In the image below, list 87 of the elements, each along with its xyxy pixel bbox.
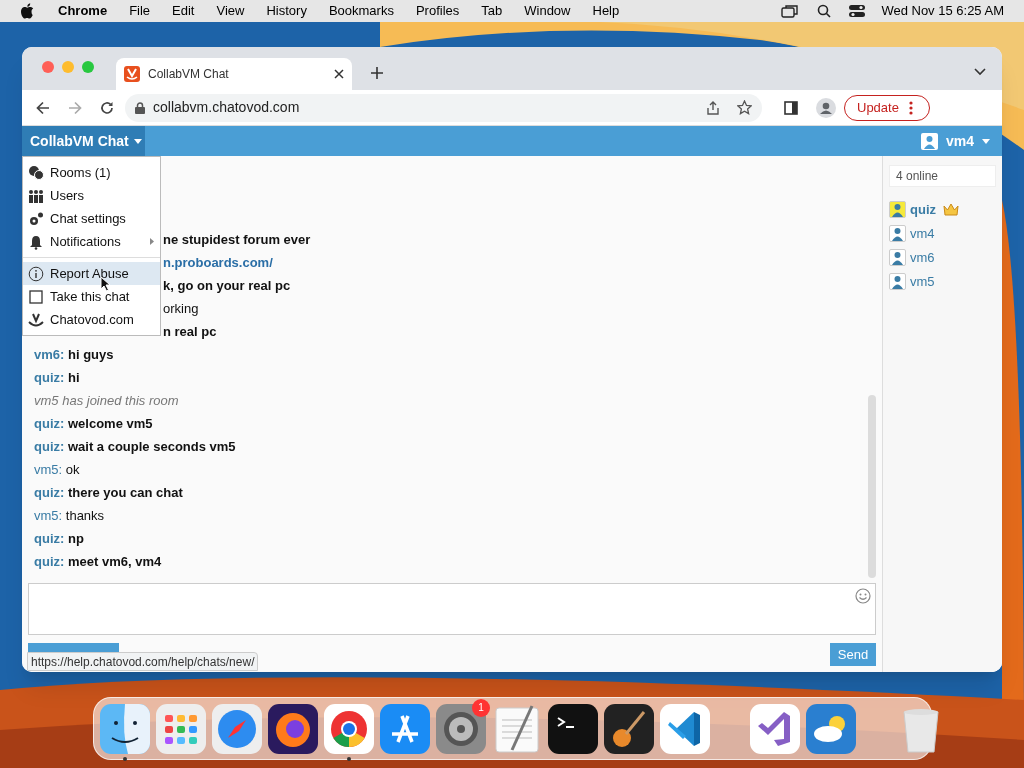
screens-icon[interactable]	[781, 4, 800, 18]
online-search-field[interactable]: 4 online	[889, 165, 996, 187]
chevron-down-icon[interactable]	[974, 68, 986, 76]
fox-globe-icon[interactable]	[268, 703, 318, 754]
menu-item[interactable]: Notifications	[23, 230, 160, 253]
profile-icon[interactable]	[816, 97, 836, 118]
notepad-pen-icon[interactable]	[492, 703, 542, 754]
new-tab-icon[interactable]	[371, 67, 383, 79]
chat-message: vm5: ok	[34, 460, 80, 479]
menu-item[interactable]: Help	[592, 1, 620, 21]
menu-item[interactable]: Tab	[481, 1, 503, 21]
menu-item[interactable]: Take this chat	[23, 285, 160, 308]
menu-item[interactable]: File	[129, 1, 151, 21]
lock-icon	[135, 101, 145, 114]
app-grid-icon[interactable]	[156, 703, 206, 754]
menu-item[interactable]: Users	[23, 184, 160, 207]
apple-icon[interactable]	[20, 3, 34, 19]
crown-icon	[943, 203, 959, 216]
user-avatar-icon	[920, 132, 938, 150]
user-name[interactable]: vm5	[910, 271, 935, 292]
chatovod-logo-icon	[28, 311, 44, 328]
chat-message: quiz: welcome vm5	[34, 414, 153, 433]
finder-face-icon[interactable]	[100, 703, 150, 754]
cloud-sun-icon[interactable]	[806, 703, 856, 754]
smiley-icon[interactable]	[855, 588, 871, 604]
info-icon	[28, 265, 44, 282]
share-icon[interactable]	[707, 100, 719, 115]
side-panel-icon[interactable]	[784, 100, 798, 115]
menu-item[interactable]: Chatovod.com	[23, 308, 160, 331]
chat-message: vm5: thanks	[34, 506, 105, 525]
guitar-icon[interactable]	[604, 703, 654, 754]
message-input[interactable]	[28, 583, 876, 635]
user-name[interactable]: vm4	[910, 223, 935, 244]
menu-item[interactable]: Edit	[172, 1, 195, 21]
search-icon[interactable]	[817, 4, 832, 18]
code-editor-icon[interactable]	[660, 703, 710, 754]
scrollbar-thumb[interactable]	[868, 395, 876, 578]
chat-message: quiz: wait a couple seconds vm5	[34, 437, 236, 456]
back-icon[interactable]	[36, 100, 50, 115]
chat-message: vm6: hi guys	[34, 345, 114, 364]
control-center-icon[interactable]	[849, 4, 866, 18]
app-store-icon[interactable]	[380, 703, 430, 754]
menu-item[interactable]: Chat settings	[23, 207, 160, 230]
chat-message: n real pc	[163, 322, 217, 341]
chat-message: k, go on your real pc	[163, 276, 291, 295]
user-name[interactable]: quiz	[910, 199, 936, 220]
chat-message: orking	[163, 299, 199, 318]
bell-icon	[28, 233, 44, 250]
mouse-pointer-icon	[100, 276, 111, 292]
chatovod-logo-icon	[124, 66, 140, 82]
terminal-icon[interactable]	[548, 703, 598, 754]
browser-tab[interactable]: CollabVM Chat	[116, 58, 352, 90]
chrome-icon[interactable]	[324, 703, 374, 754]
address-bar[interactable]: collabvm.chatovod.com	[125, 93, 762, 122]
menu-item[interactable]: Window	[524, 1, 571, 21]
system-message: vm5 has joined this room	[34, 391, 179, 410]
menu-item[interactable]: Report Abuse	[23, 262, 160, 285]
people-icon	[28, 187, 44, 204]
menu-item[interactable]: View	[216, 1, 245, 21]
chat-message: quiz: hi	[34, 368, 80, 387]
frame-icon	[28, 288, 44, 305]
chat-link[interactable]: n.proboards.com/	[163, 252, 273, 273]
menu-item[interactable]: Rooms (1)	[23, 161, 160, 184]
chat-bubbles-icon	[28, 164, 44, 181]
reload-icon[interactable]	[100, 100, 114, 115]
bookmark-star-icon[interactable]	[737, 100, 752, 115]
menu-item[interactable]: Bookmarks	[328, 1, 394, 21]
tab-title: CollabVM Chat	[148, 66, 230, 83]
user-name[interactable]: vm6	[910, 247, 935, 268]
chat-message: quiz: there you can chat	[34, 483, 183, 502]
gears-icon	[28, 210, 44, 227]
loop-logo-icon[interactable]	[750, 703, 800, 754]
caret-icon	[982, 138, 990, 144]
compass-icon[interactable]	[212, 703, 262, 754]
more-icon	[908, 100, 913, 115]
clock-text: Wed Nov 15 6:25 AM	[881, 2, 1004, 21]
status-url: https://help.chatovod.com/help/chats/new/	[27, 652, 259, 671]
url-text: collabvm.chatovod.com	[153, 98, 301, 117]
app-menu[interactable]: Chrome	[58, 1, 108, 21]
chat-message: quiz: meet vm6, vm4	[34, 552, 162, 571]
chat-message: quiz: np	[34, 529, 84, 548]
chat-menu-button[interactable]: CollabVM Chat	[22, 126, 145, 156]
caret-icon	[133, 138, 142, 144]
menu-item[interactable]: Profiles	[415, 1, 460, 21]
chat-message: ne stupidest forum ever	[163, 230, 311, 249]
menu-item[interactable]: History	[266, 1, 307, 21]
close-icon[interactable]	[334, 69, 344, 79]
